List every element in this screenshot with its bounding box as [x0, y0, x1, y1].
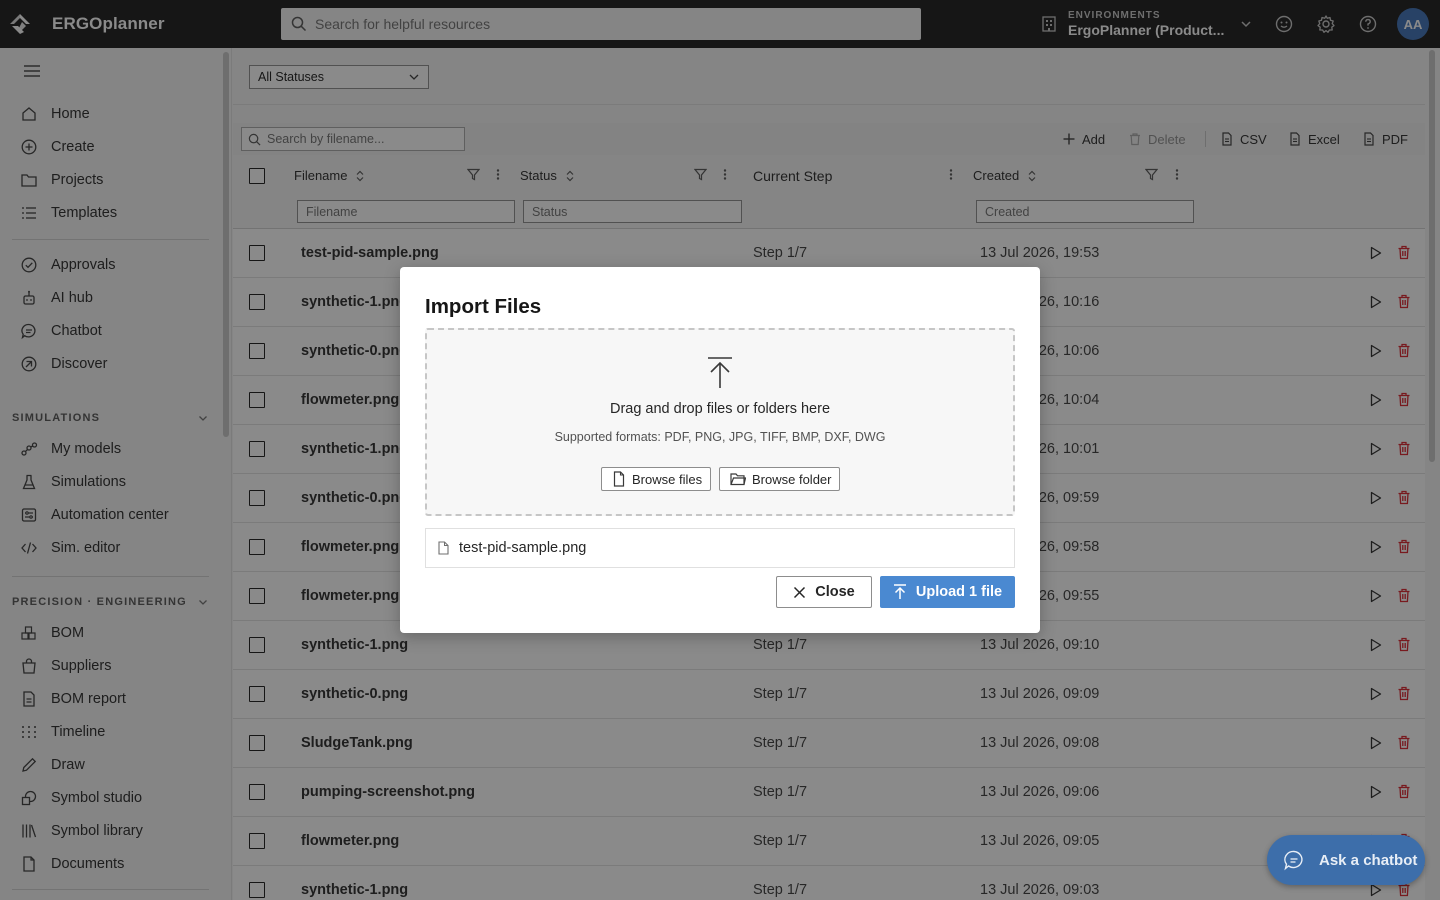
browse-files-button[interactable]: Browse files	[601, 467, 712, 491]
file-dropzone[interactable]: Drag and drop files or folders here Supp…	[425, 328, 1015, 516]
import-files-dialog: Import Files Drag and drop files or fold…	[400, 267, 1040, 633]
upload-icon	[893, 584, 906, 599]
chatbot-label: Ask a chatbot	[1319, 851, 1418, 869]
close-button[interactable]: Close	[776, 576, 872, 608]
supported-formats-text: Supported formats: PDF, PNG, JPG, TIFF, …	[554, 430, 886, 444]
close-icon	[794, 586, 806, 598]
file-icon	[613, 471, 625, 487]
browse-folder-label: Browse folder	[752, 471, 832, 487]
dropzone-instructions: Drag and drop files or folders here	[609, 401, 831, 417]
browse-files-label: Browse files	[632, 471, 703, 487]
selected-file-item: test-pid-sample.png	[425, 528, 1015, 568]
upload-icon	[708, 357, 732, 388]
close-button-label: Close	[815, 584, 855, 600]
upload-button-label: Upload 1 file	[915, 584, 1003, 600]
browse-folder-button[interactable]: Browse folder	[719, 467, 841, 491]
file-icon	[438, 541, 449, 555]
upload-button[interactable]: Upload 1 file	[880, 576, 1015, 608]
selected-file-name: test-pid-sample.png	[459, 540, 587, 556]
folder-open-icon	[730, 473, 746, 486]
chat-icon	[1284, 850, 1303, 871]
ask-chatbot-button[interactable]: Ask a chatbot	[1267, 835, 1425, 885]
dialog-title: Import Files	[425, 295, 542, 318]
